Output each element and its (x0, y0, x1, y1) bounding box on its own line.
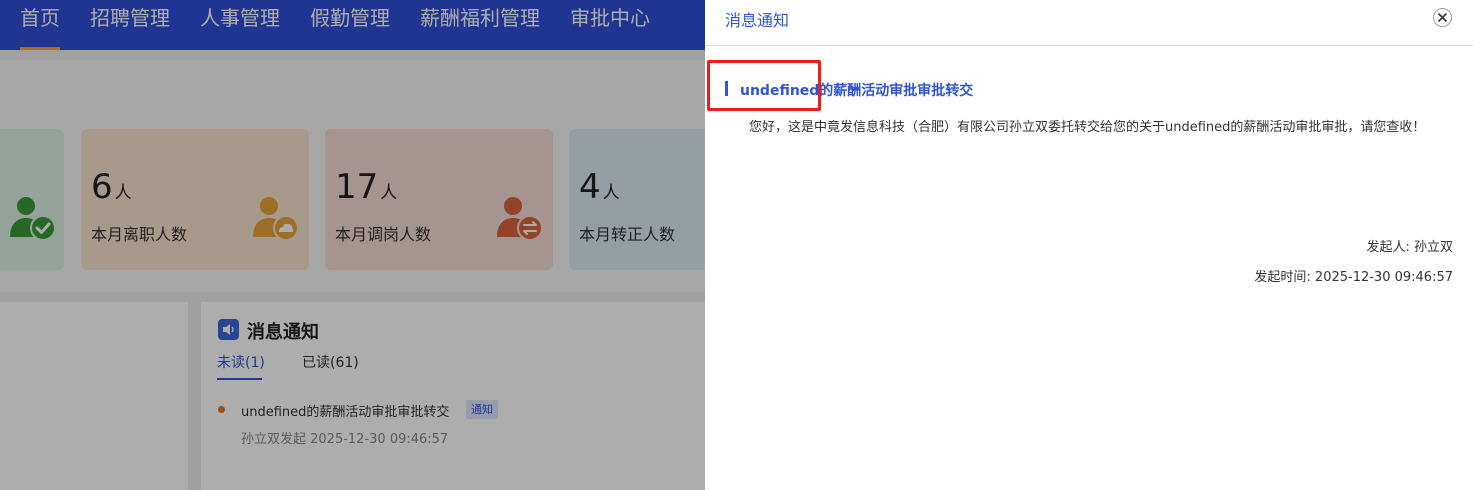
modal-overlay[interactable] (0, 0, 705, 490)
drawer-divider (705, 45, 1473, 46)
close-icon (1438, 13, 1447, 22)
message-sender: 发起人: 孙立双 (1366, 240, 1453, 255)
message-drawer: 消息通知 undefined的薪酬活动审批审批转交 您好，这是中竟发信息科技（合… (705, 0, 1473, 490)
drawer-title: 消息通知 (725, 11, 790, 30)
message-send-time: 发起时间: 2025-12-30 09:46:57 (1254, 270, 1453, 285)
message-detail-body: 您好，这是中竟发信息科技（合肥）有限公司孙立双委托转交给您的关于undefine… (749, 120, 1426, 135)
close-button[interactable] (1433, 8, 1452, 27)
highlight-box (707, 60, 821, 111)
